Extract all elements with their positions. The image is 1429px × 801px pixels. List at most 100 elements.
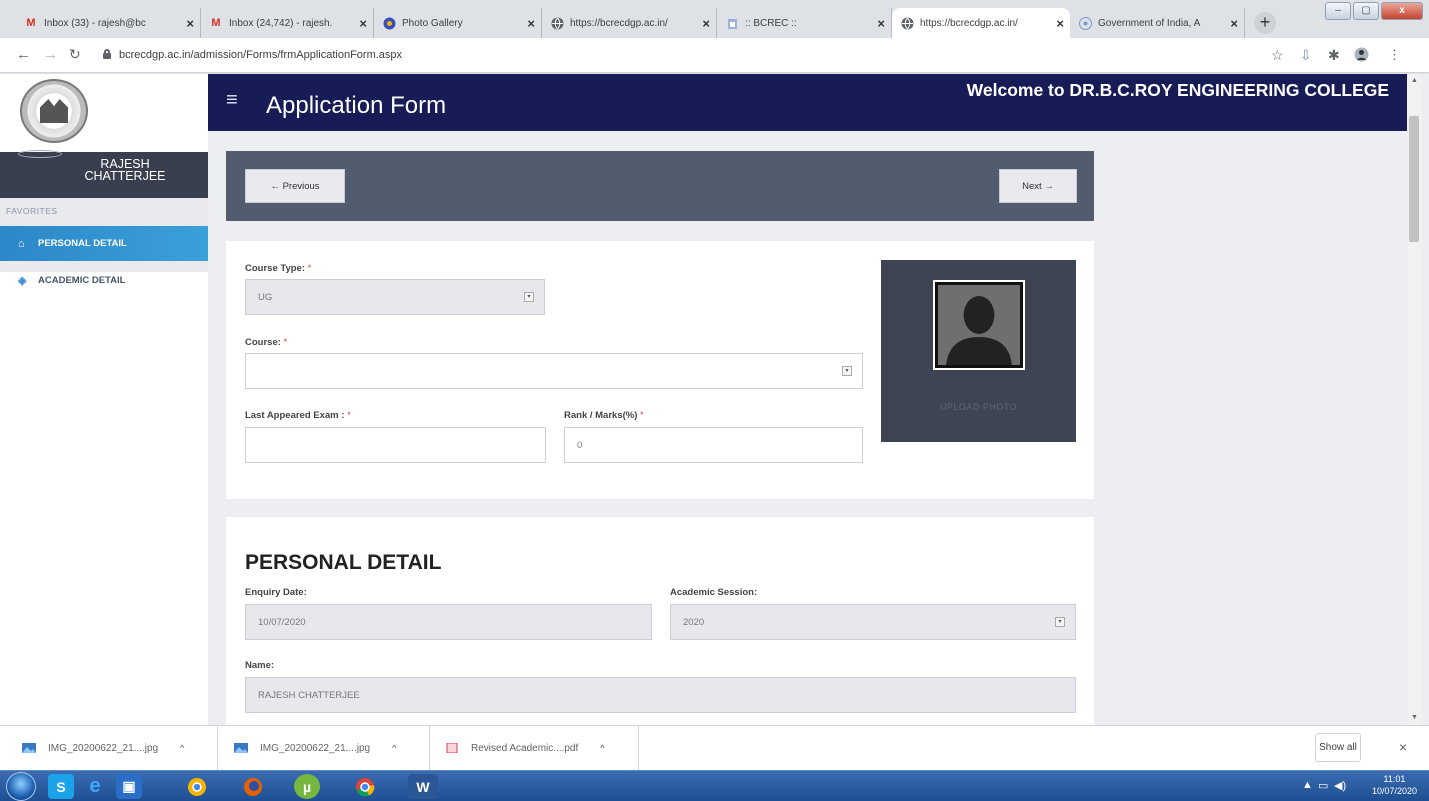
tab-list: M Inbox (33) - rajesh@bc × M Inbox (24,7…: [16, 8, 1245, 38]
start-button[interactable]: [6, 772, 36, 801]
sidebar-item-label: ACADEMIC DETAIL: [38, 275, 126, 286]
web-page: RAJESH CHATTERJEE FAVORITES ⌂ PERSONAL D…: [0, 74, 1429, 725]
skype-icon[interactable]: S: [48, 774, 74, 799]
course-select[interactable]: ▾: [245, 353, 863, 389]
window-close-button[interactable]: x: [1381, 2, 1423, 20]
star-icon[interactable]: ☆: [1271, 47, 1284, 64]
browser-toolbar: ← → ↻ bcrecdgp.ac.in/admission/Forms/frm…: [0, 38, 1429, 73]
last-exam-input[interactable]: [245, 427, 546, 463]
utorrent-icon[interactable]: µ: [294, 774, 320, 799]
browser-tab[interactable]: Photo Gallery ×: [374, 8, 542, 38]
tab-close-icon[interactable]: ×: [527, 16, 535, 31]
tab-close-icon[interactable]: ×: [877, 16, 885, 31]
volume-icon[interactable]: ◀): [1334, 779, 1346, 792]
course-label: Course: *: [245, 337, 288, 348]
reload-icon[interactable]: ↻: [69, 46, 81, 63]
tab-title: Photo Gallery: [402, 17, 463, 29]
avatar: [18, 150, 62, 158]
word-icon[interactable]: W: [408, 774, 438, 799]
tab-title: https://bcrecdgp.ac.in/: [570, 17, 668, 29]
favorites-label: FAVORITES: [6, 206, 58, 216]
photo-upload-box[interactable]: UPLOAD PHOTO: [881, 260, 1076, 442]
download-extension-icon[interactable]: ⇩: [1300, 47, 1312, 64]
download-item[interactable]: IMG_20200622_21....jpg ^: [22, 726, 218, 770]
pdf-file-icon: [446, 743, 458, 753]
tab-close-icon[interactable]: ×: [1230, 16, 1238, 31]
rank-value: 0: [577, 439, 583, 451]
rank-label: Rank / Marks(%) *: [564, 410, 644, 421]
scroll-up-arrow-icon[interactable]: ▲: [1411, 77, 1418, 84]
dropdown-arrow-icon: ▾: [842, 366, 852, 376]
image-file-icon: [234, 743, 248, 753]
browser-tab[interactable]: https://bcrecdgp.ac.in/ ×: [542, 8, 717, 38]
user-panel-header: RAJESH CHATTERJEE: [0, 150, 208, 198]
tab-close-icon[interactable]: ×: [702, 16, 710, 31]
address-bar[interactable]: bcrecdgp.ac.in/admission/Forms/frmApplic…: [119, 49, 402, 61]
clock[interactable]: 11:01 10/07/2020: [1372, 773, 1417, 797]
browser-tab[interactable]: M Inbox (24,742) - rajesh. ×: [201, 8, 374, 38]
minimize-button[interactable]: –: [1325, 2, 1351, 20]
forward-arrow-icon[interactable]: →: [43, 46, 58, 63]
back-arrow-icon[interactable]: ←: [16, 46, 31, 63]
tab-close-icon[interactable]: ×: [1056, 16, 1064, 31]
chevron-up-icon[interactable]: ^: [392, 743, 396, 753]
avatar-placeholder-icon: [938, 285, 1020, 365]
tab-close-icon[interactable]: ×: [359, 16, 367, 31]
previous-button[interactable]: ← Previous: [245, 169, 345, 203]
scroll-down-arrow-icon[interactable]: ▼: [1411, 714, 1418, 721]
maximize-button[interactable]: ▢: [1353, 2, 1379, 20]
page-header: ≡ Application Form Welcome to DR.B.C.ROY…: [208, 74, 1407, 131]
more-menu-icon[interactable]: ⋮: [1388, 47, 1401, 63]
photo-gallery-icon: [382, 16, 396, 30]
sidebar: RAJESH CHATTERJEE FAVORITES ⌂ PERSONAL D…: [0, 74, 208, 725]
network-icon[interactable]: ▭: [1318, 779, 1328, 792]
tab-title: https://bcrecdgp.ac.in/: [920, 17, 1018, 29]
name-field: RAJESH CHATTERJEE: [245, 677, 1076, 713]
next-button[interactable]: Next →: [999, 169, 1077, 203]
download-item[interactable]: IMG_20200622_21....jpg ^: [234, 726, 430, 770]
clock-date: 10/07/2020: [1371, 786, 1417, 796]
profile-avatar-icon[interactable]: [1354, 47, 1369, 65]
new-tab-button[interactable]: +: [1254, 12, 1276, 34]
tray-arrow-icon[interactable]: ▲: [1302, 779, 1313, 791]
close-downloads-icon[interactable]: ×: [1399, 739, 1407, 755]
college-logo: [20, 79, 88, 143]
academic-session-select[interactable]: 2020 ▾: [670, 604, 1076, 640]
firefox-icon[interactable]: [240, 774, 266, 799]
download-item[interactable]: Revised Academic....pdf ^: [445, 726, 639, 770]
tab-title: Inbox (33) - rajesh@bc: [44, 17, 146, 29]
sidebar-item-academic-detail[interactable]: ◈ ACADEMIC DETAIL: [0, 263, 208, 298]
browser-tab[interactable]: :: BCREC :: ×: [717, 8, 892, 38]
dropdown-arrow-icon: ▾: [524, 292, 534, 302]
globe-icon: [900, 16, 914, 30]
outlook-icon[interactable]: ▣: [116, 774, 142, 799]
chevron-up-icon[interactable]: ^: [600, 743, 604, 753]
upload-photo-label[interactable]: UPLOAD PHOTO: [881, 402, 1076, 412]
chrome-icon[interactable]: [352, 774, 378, 799]
academic-session-label: Academic Session:: [670, 587, 758, 598]
gmail-icon: M: [211, 17, 221, 29]
show-all-button[interactable]: Show all: [1315, 733, 1361, 762]
course-type-select[interactable]: UG ▾: [245, 279, 545, 315]
sidebar-item-personal-detail[interactable]: ⌂ PERSONAL DETAIL: [0, 226, 208, 261]
browser-tab-active[interactable]: https://bcrecdgp.ac.in/ ×: [892, 8, 1070, 38]
wizard-nav-panel: ← Previous Next →: [226, 151, 1094, 221]
page-scrollbar[interactable]: ▲ ▼: [1407, 74, 1422, 725]
section-title: PERSONAL DETAIL: [245, 551, 442, 574]
scrollbar-thumb[interactable]: [1409, 116, 1419, 242]
chevron-up-icon[interactable]: ^: [180, 743, 184, 753]
browser-tab[interactable]: Government of India, A ×: [1070, 8, 1245, 38]
screen: { "browser": { "tabs": [ {"icon": "gmail…: [0, 0, 1429, 801]
browser-tab[interactable]: M Inbox (33) - rajesh@bc ×: [16, 8, 201, 38]
chrome-canary-icon[interactable]: [184, 774, 210, 799]
globe-icon: [550, 16, 564, 30]
tab-close-icon[interactable]: ×: [186, 16, 194, 31]
extensions-icon[interactable]: ✱: [1328, 47, 1340, 64]
hamburger-menu-icon[interactable]: ≡: [226, 89, 238, 112]
windows-taskbar: S e ▣ µ W ▲ ▭ ◀) 11:01 10/07/2020: [0, 770, 1429, 801]
page-title: Application Form: [266, 92, 447, 119]
clock-time: 11:01: [1383, 774, 1406, 784]
rank-input[interactable]: 0: [564, 427, 863, 463]
internet-explorer-icon[interactable]: e: [82, 774, 108, 799]
sidebar-item-label: PERSONAL DETAIL: [38, 238, 127, 249]
